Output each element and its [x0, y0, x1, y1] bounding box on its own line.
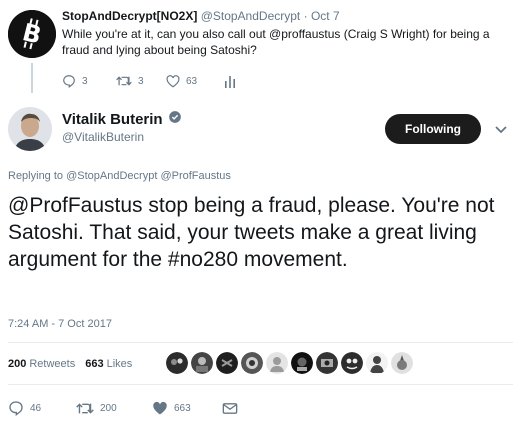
- parent-retweet-count: 3: [138, 75, 144, 87]
- like-count: 663: [174, 402, 191, 414]
- author-avatar[interactable]: [8, 107, 52, 151]
- liker-avatars: [166, 352, 416, 374]
- parent-analytics-button[interactable]: [224, 75, 236, 88]
- liker-avatar[interactable]: [191, 352, 213, 374]
- more-options-button[interactable]: [492, 120, 510, 138]
- like-button[interactable]: 663: [152, 401, 222, 416]
- liker-avatar[interactable]: [366, 352, 388, 374]
- author-display-name[interactable]: Vitalik Buterin: [62, 111, 163, 128]
- parent-handle[interactable]: @StopAndDecrypt: [201, 9, 301, 23]
- parent-date[interactable]: Oct 7: [311, 9, 340, 23]
- parent-like-count: 63: [186, 75, 198, 87]
- author-name[interactable]: Vitalik Buterin: [62, 110, 182, 128]
- reply-count: 46: [30, 402, 42, 414]
- likes-stat[interactable]: 663 Likes: [85, 358, 132, 370]
- replying-to: Replying to @StopAndDecrypt @ProfFaustus: [8, 170, 231, 182]
- direct-message-button[interactable]: [222, 402, 238, 415]
- liker-avatar[interactable]: [216, 352, 238, 374]
- retweet-icon: [76, 402, 94, 414]
- mention-link[interactable]: @ProfFaustus: [160, 170, 230, 182]
- parent-reply-button[interactable]: 3: [62, 74, 116, 88]
- parent-tweet-text: While you're at it, can you also call ou…: [62, 27, 490, 57]
- parent-retweet-button[interactable]: 3: [116, 74, 166, 88]
- reply-icon: [9, 401, 23, 416]
- bitcoin-logo-icon: B: [8, 10, 56, 58]
- person-photo-icon: [8, 107, 52, 151]
- retweets-stat-count: 200: [8, 358, 27, 370]
- parent-tweet[interactable]: B StopAndDecrypt[NO2X] @StopAndDecrypt ·…: [0, 0, 518, 100]
- replying-to-label: Replying to: [8, 170, 64, 182]
- parent-header: StopAndDecrypt[NO2X] @StopAndDecrypt · O…: [62, 9, 340, 23]
- parent-display-name[interactable]: StopAndDecrypt[NO2X]: [62, 9, 197, 23]
- parent-reply-count: 3: [82, 75, 88, 87]
- verified-badge-icon: [168, 110, 182, 128]
- liker-avatar[interactable]: [291, 352, 313, 374]
- retweet-icon: [116, 76, 132, 86]
- reply-button[interactable]: 46: [8, 400, 76, 416]
- liker-avatar[interactable]: [241, 352, 263, 374]
- parent-actions: 3 3 63: [62, 73, 236, 89]
- thread-line: [31, 63, 33, 93]
- author-handle[interactable]: @VitalikButerin: [62, 130, 144, 144]
- tweet-text: @ProfFaustus stop being a fraud, please.…: [8, 194, 495, 271]
- liker-avatar[interactable]: [391, 352, 413, 374]
- analytics-icon: [225, 75, 235, 88]
- liker-avatar[interactable]: [341, 352, 363, 374]
- reply-icon: [63, 75, 75, 88]
- heart-icon: [153, 401, 167, 414]
- retweets-stat[interactable]: 200 Retweets: [8, 358, 75, 370]
- likes-stat-count: 663: [85, 358, 104, 370]
- retweet-count: 200: [100, 402, 117, 414]
- divider: [8, 342, 513, 343]
- liker-avatar[interactable]: [266, 352, 288, 374]
- heart-outline-icon: [166, 74, 180, 87]
- parent-separator: ·: [303, 9, 308, 23]
- liker-avatar[interactable]: [166, 352, 188, 374]
- retweet-button[interactable]: 200: [76, 401, 152, 416]
- tweet-timestamp[interactable]: 7:24 AM - 7 Oct 2017: [8, 318, 112, 330]
- chevron-down-icon: [495, 126, 507, 134]
- liker-avatar[interactable]: [316, 352, 338, 374]
- retweets-stat-label: Retweets: [29, 358, 76, 370]
- tweet-stats: 200 Retweets 663 Likes: [8, 352, 132, 376]
- envelope-icon: [222, 402, 238, 414]
- mention-link[interactable]: @StopAndDecrypt: [66, 170, 157, 182]
- tweet-actions: 46 200 663: [8, 399, 238, 417]
- parent-avatar[interactable]: B: [8, 10, 56, 58]
- tweet-author: Vitalik Buterin @VitalikButerin Followin…: [0, 104, 518, 156]
- following-button[interactable]: Following: [385, 114, 481, 144]
- divider: [8, 384, 513, 385]
- likes-stat-label: Likes: [106, 358, 133, 370]
- parent-like-button[interactable]: 63: [166, 74, 224, 88]
